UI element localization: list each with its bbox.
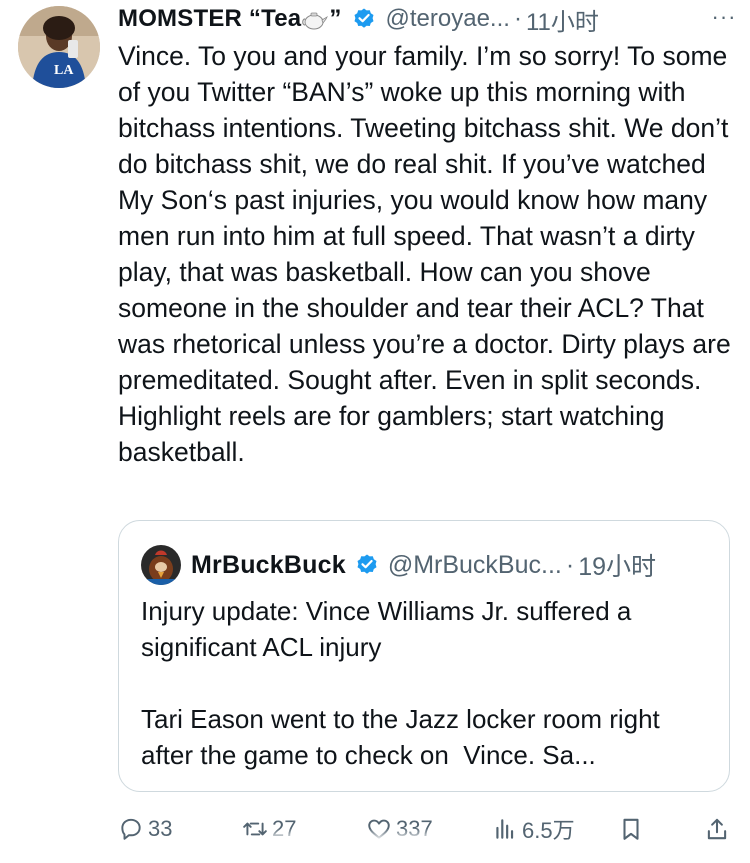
reply-button[interactable]: 33 <box>118 810 172 848</box>
more-options-button[interactable]: ··· <box>706 0 742 34</box>
retweet-count: 27 <box>272 816 297 841</box>
tweet-timestamp[interactable]: 11小时 <box>526 2 599 37</box>
more-icon: ··· <box>711 4 737 29</box>
author-avatar[interactable]: LA <box>18 6 100 88</box>
quoted-header-separator: · <box>565 550 575 579</box>
quoted-avatar-image <box>141 545 181 585</box>
views-button[interactable]: 6.5万 <box>492 810 575 848</box>
verified-badge-icon <box>355 553 379 577</box>
views-count: 6.5万 <box>522 818 575 843</box>
quoted-tweet-text: Injury update: Vince Williams Jr. suffer… <box>141 596 660 770</box>
tweet-action-bar: 33 27 337 6.5万 <box>118 810 740 848</box>
views-chart-icon <box>496 819 514 839</box>
tweet-text: Vince. To you and your family. I’m so so… <box>118 41 739 467</box>
bookmark-button[interactable] <box>618 810 648 848</box>
author-name-suffix: ” <box>329 5 342 32</box>
quoted-tweet-header: MrBuckBuck @MrBuckBuc... · 19小时 <box>191 547 656 583</box>
author-handle[interactable]: @teroyae... <box>386 5 510 33</box>
heart-icon <box>368 819 390 839</box>
header-separator: · <box>513 5 522 32</box>
reply-icon <box>121 818 141 840</box>
retweet-icon <box>243 822 267 836</box>
author-avatar-image: LA <box>18 6 100 88</box>
like-button[interactable]: 337 <box>366 810 433 848</box>
reply-count: 33 <box>148 816 173 841</box>
like-count: 337 <box>396 816 433 841</box>
bookmark-icon <box>623 818 639 840</box>
share-icon <box>707 818 727 840</box>
quoted-author-avatar[interactable] <box>141 545 181 585</box>
author-name[interactable]: MOMSTER “Tea <box>118 5 301 33</box>
quoted-author-handle[interactable]: @MrBuckBuc... <box>388 551 562 580</box>
quoted-tweet-timestamp[interactable]: 19小时 <box>578 547 656 583</box>
verified-badge-icon <box>352 7 376 31</box>
quoted-tweet-card[interactable]: MrBuckBuck @MrBuckBuc... · 19小时 Injury u… <box>118 520 730 792</box>
svg-text:LA: LA <box>54 63 74 78</box>
tweet-header: MOMSTER “Tea ” @teroyae... · 11小时 <box>118 2 738 36</box>
quoted-author-name[interactable]: MrBuckBuck <box>191 551 346 580</box>
teapot-emoji-icon <box>302 9 329 30</box>
share-button[interactable] <box>704 810 734 848</box>
retweet-button[interactable]: 27 <box>242 810 296 848</box>
